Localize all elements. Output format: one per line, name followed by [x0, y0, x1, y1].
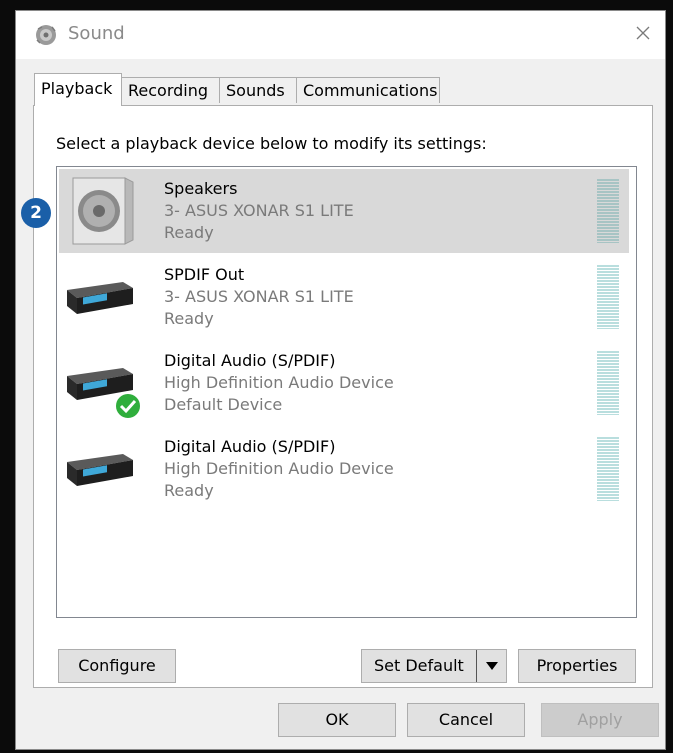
device-list[interactable]: Speakers 3- ASUS XONAR S1 LITE Ready SPD…: [56, 166, 637, 618]
properties-button[interactable]: Properties: [518, 649, 636, 683]
close-button[interactable]: [621, 11, 665, 55]
apply-button[interactable]: Apply: [541, 703, 659, 737]
device-item-digital-audio[interactable]: Digital Audio (S/PDIF) High Definition A…: [59, 427, 629, 511]
tab-communications[interactable]: Communications: [296, 77, 440, 103]
device-status: Default Device: [164, 395, 283, 414]
device-description: 3- ASUS XONAR S1 LITE: [164, 201, 354, 220]
window-title: Sound: [68, 23, 125, 44]
instruction-text: Select a playback device below to modify…: [56, 134, 487, 153]
device-status: Ready: [164, 309, 214, 328]
digital-receiver-icon: [63, 260, 137, 334]
volume-meter: [597, 265, 619, 329]
device-item-spdif-out[interactable]: SPDIF Out 3- ASUS XONAR S1 LITE Ready: [59, 255, 629, 339]
set-default-button[interactable]: Set Default: [361, 649, 507, 683]
speaker-sound-icon: [36, 25, 56, 45]
configure-button[interactable]: Configure: [58, 649, 176, 683]
device-name: Digital Audio (S/PDIF): [164, 437, 336, 456]
tab-playback[interactable]: Playback: [34, 73, 122, 106]
device-status: Ready: [164, 223, 214, 242]
device-name: Speakers: [164, 179, 238, 198]
device-item-digital-audio-default[interactable]: Digital Audio (S/PDIF) High Definition A…: [59, 341, 629, 425]
sound-dialog: Sound Playback Recording Sounds Communic…: [15, 10, 666, 750]
speaker-icon: [63, 174, 137, 248]
volume-meter: [597, 437, 619, 501]
digital-receiver-icon: [63, 346, 142, 420]
device-description: High Definition Audio Device: [164, 459, 394, 478]
title-bar: Sound: [16, 11, 665, 59]
set-default-dropdown[interactable]: [476, 650, 506, 682]
device-description: 3- ASUS XONAR S1 LITE: [164, 287, 354, 306]
close-icon: [636, 26, 650, 40]
step-badge: 2: [21, 198, 51, 228]
ok-button[interactable]: OK: [278, 703, 396, 737]
cancel-button[interactable]: Cancel: [407, 703, 525, 737]
device-item-speakers[interactable]: Speakers 3- ASUS XONAR S1 LITE Ready: [59, 169, 629, 253]
device-status: Ready: [164, 481, 214, 500]
playback-panel: Select a playback device below to modify…: [33, 105, 653, 688]
device-name: SPDIF Out: [164, 265, 245, 284]
tab-sounds[interactable]: Sounds: [219, 77, 297, 103]
device-name: Digital Audio (S/PDIF): [164, 351, 336, 370]
device-description: High Definition Audio Device: [164, 373, 394, 392]
volume-meter: [597, 179, 619, 243]
set-default-label: Set Default: [374, 656, 464, 675]
tab-recording[interactable]: Recording: [121, 77, 220, 103]
volume-meter: [597, 351, 619, 415]
digital-receiver-icon: [63, 432, 137, 506]
chevron-down-icon: [485, 662, 498, 670]
default-check-icon: [114, 392, 142, 420]
